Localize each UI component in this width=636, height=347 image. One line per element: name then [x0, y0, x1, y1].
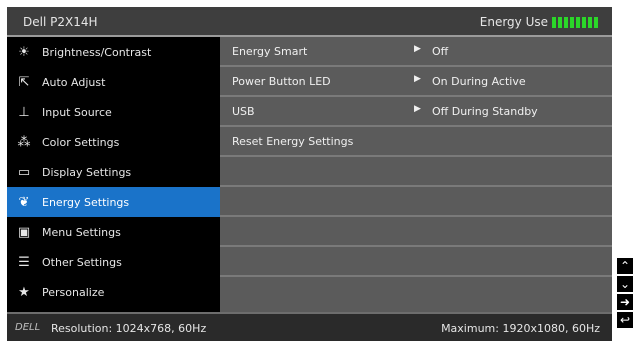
setting-row-reset-energy-settings[interactable]: Reset Energy Settings: [220, 127, 612, 157]
nav-down-button[interactable]: ⌄: [617, 276, 633, 292]
sidebar-item-label: Display Settings: [42, 165, 132, 179]
sidebar-item-energy-settings[interactable]: ❦ Energy Settings: [7, 187, 220, 217]
energy-icon: ❦: [18, 194, 30, 210]
resolution-text: Resolution: 1024x768, 60Hz: [51, 322, 207, 335]
setting-value: On During Active: [432, 75, 526, 88]
energy-use-bar: [552, 16, 598, 28]
sidebar-item-display-settings[interactable]: ▭ Display Settings: [7, 157, 220, 187]
arrow-right-icon: ▶: [414, 44, 421, 54]
arrow-right-icon: ▶: [414, 74, 421, 84]
setting-label: Reset Energy Settings: [232, 135, 354, 148]
sidebar-item-label: Menu Settings: [42, 225, 121, 239]
sidebar-item-personalize[interactable]: ★ Personalize: [7, 277, 220, 307]
empty-row: [220, 217, 612, 247]
back-arrow-icon: ↩: [619, 313, 631, 327]
sidebar-item-label: Other Settings: [42, 255, 122, 269]
model-name: Dell P2X14H: [23, 15, 98, 29]
sidebar-item-label: Energy Settings: [42, 195, 130, 209]
sidebar: ☀ Brightness/Contrast ⇱ Auto Adjust ⊥ In…: [7, 37, 220, 312]
setting-row-usb[interactable]: USB ▶ Off During Standby: [220, 97, 612, 127]
osd-window: Dell P2X14H Energy Use ☀ Brightness/Cont…: [7, 7, 612, 341]
settings-panel: Energy Smart ▶ Off Power Button LED ▶ On…: [220, 37, 612, 312]
chevron-down-icon: ⌄: [619, 277, 631, 291]
sidebar-item-menu-settings[interactable]: ▣ Menu Settings: [7, 217, 220, 247]
sidebar-item-label: Brightness/Contrast: [42, 45, 152, 59]
status-bar: DELL Resolution: 1024x768, 60Hz Maximum:…: [7, 312, 612, 341]
sidebar-item-label: Personalize: [42, 285, 105, 299]
setting-label: USB: [232, 105, 255, 118]
setting-label: Power Button LED: [232, 75, 331, 88]
setting-label: Energy Smart: [232, 45, 308, 58]
title-bar: Dell P2X14H Energy Use: [7, 7, 612, 37]
sidebar-item-color-settings[interactable]: ⁂ Color Settings: [7, 127, 220, 157]
sidebar-item-label: Input Source: [42, 105, 112, 119]
sidebar-item-input-source[interactable]: ⊥ Input Source: [7, 97, 220, 127]
display-icon: ▭: [17, 164, 31, 180]
empty-row: [220, 277, 612, 307]
palette-icon: ⁂: [17, 134, 31, 150]
sun-icon: ☀: [18, 44, 30, 60]
other-settings-icon: ☰: [18, 254, 30, 270]
setting-value: Off: [432, 45, 449, 58]
arrow-right-icon: ▶: [414, 104, 421, 114]
dell-logo: DELL: [15, 322, 41, 333]
input-source-icon: ⊥: [18, 104, 30, 120]
arrow-right-icon: ➜: [619, 295, 631, 309]
sidebar-item-label: Auto Adjust: [42, 75, 106, 89]
nav-up-button[interactable]: ⌃: [617, 258, 633, 274]
setting-value: Off During Standby: [432, 105, 538, 118]
setting-row-power-button-led[interactable]: Power Button LED ▶ On During Active: [220, 67, 612, 97]
menu-icon: ▣: [17, 224, 31, 240]
sidebar-item-brightness-contrast[interactable]: ☀ Brightness/Contrast: [7, 37, 220, 67]
empty-row: [220, 157, 612, 187]
auto-adjust-icon: ⇱: [18, 74, 30, 90]
empty-row: [220, 247, 612, 277]
empty-row: [220, 187, 612, 217]
chevron-up-icon: ⌃: [619, 259, 631, 273]
nav-right-button[interactable]: ➜: [617, 294, 633, 310]
sidebar-item-auto-adjust[interactable]: ⇱ Auto Adjust: [7, 67, 220, 97]
setting-row-energy-smart[interactable]: Energy Smart ▶ Off: [220, 37, 612, 67]
energy-use-indicator: Energy Use: [480, 15, 598, 29]
nav-back-button[interactable]: ↩: [617, 312, 633, 328]
star-icon: ★: [18, 284, 30, 300]
energy-use-label: Energy Use: [479, 15, 548, 29]
sidebar-item-label: Color Settings: [42, 135, 120, 149]
sidebar-item-other-settings[interactable]: ☰ Other Settings: [7, 247, 220, 277]
maximum-resolution-text: Maximum: 1920x1080, 60Hz: [441, 322, 600, 335]
